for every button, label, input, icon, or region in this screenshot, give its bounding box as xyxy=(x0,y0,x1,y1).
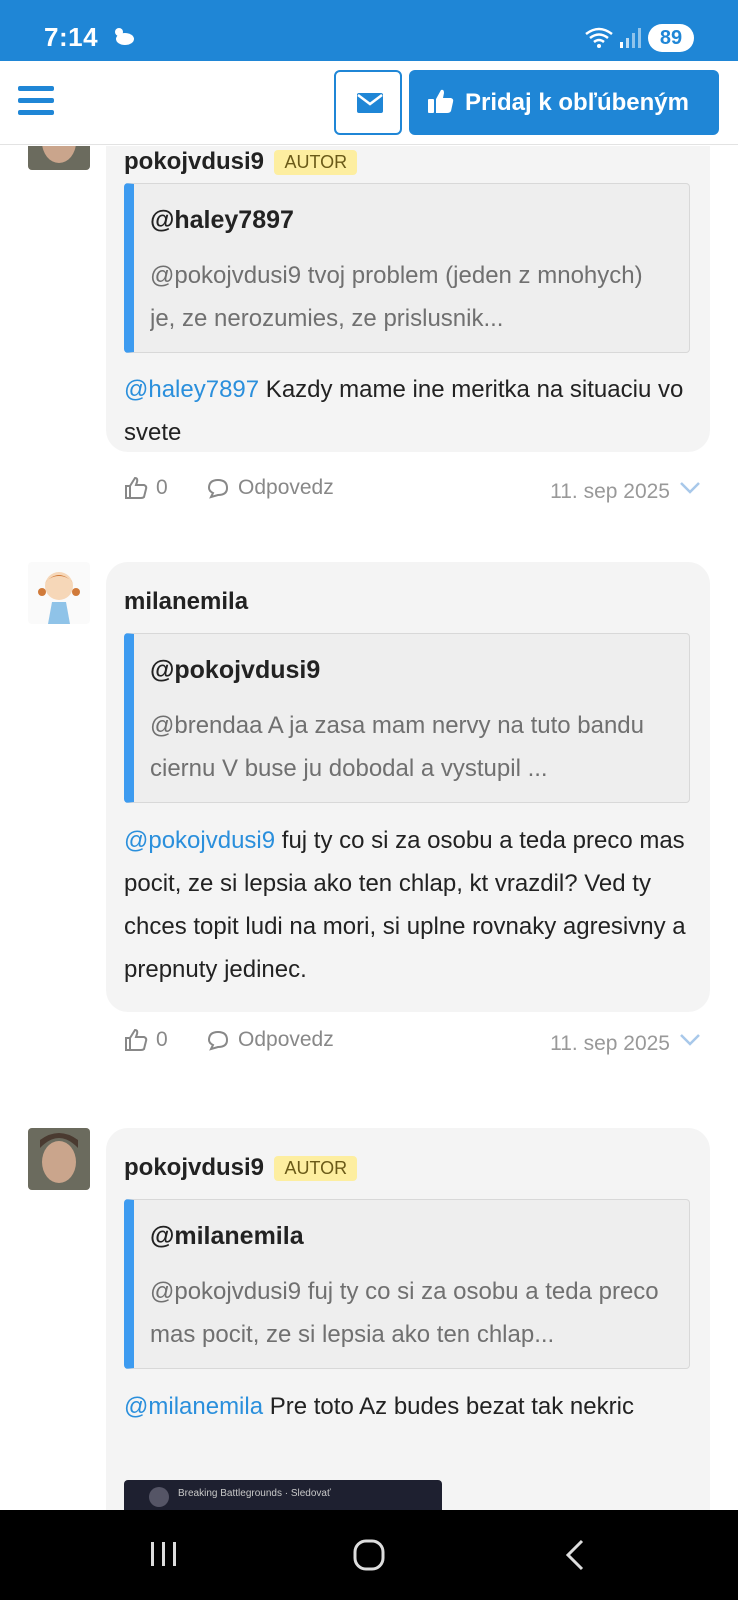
home-icon[interactable] xyxy=(352,1538,386,1572)
back-icon[interactable] xyxy=(562,1538,588,1572)
author-badge: AUTOR xyxy=(274,1155,358,1181)
mention-link[interactable]: @pokojvdusi9 xyxy=(124,827,275,854)
like-count: 0 xyxy=(156,476,168,500)
thumbs-up-outline-icon xyxy=(125,477,148,500)
reply-label: Odpovedz xyxy=(238,1028,334,1052)
author-row: pokojvdusi9 AUTOR xyxy=(124,1154,358,1184)
comment-date: 11. sep 2025 xyxy=(550,1032,670,1055)
thumbs-up-outline-icon xyxy=(125,1029,148,1052)
avatar[interactable] xyxy=(28,146,90,170)
embedded-video[interactable]: Breaking Battlegrounds · Sledovať xyxy=(124,1480,442,1510)
comment-text: @haley7897 Kazdy mame ine meritka na sit… xyxy=(124,368,690,454)
comment-actions: 0 Odpovedz 11. sep 2025 xyxy=(106,1026,710,1060)
quote-user: @milanemila xyxy=(150,1222,304,1250)
avatar[interactable] xyxy=(28,1128,90,1190)
speech-bubble-icon xyxy=(207,479,229,500)
reply-label: Odpovedz xyxy=(238,476,334,500)
add-to-favorites-label: Pridaj k obľúbeným xyxy=(465,89,689,116)
quote-text: @pokojvdusi9 fuj ty co si za osobu a ted… xyxy=(150,1278,659,1348)
author-name[interactable]: pokojvdusi9 xyxy=(124,1154,264,1181)
status-bar: 7:14 89 xyxy=(0,0,738,61)
comment-body: Pre toto Az budes bezat tak nekric xyxy=(263,1393,634,1420)
hamburger-menu-button[interactable] xyxy=(18,86,54,118)
comment-text: @milanemila Pre toto Az budes bezat tak … xyxy=(124,1385,690,1428)
reply-button[interactable]: Odpovedz xyxy=(206,476,334,500)
author-name[interactable]: milanemila xyxy=(124,588,248,615)
reply-button[interactable]: Odpovedz xyxy=(206,1028,334,1052)
like-count: 0 xyxy=(156,1028,168,1052)
comment-date: 11. sep 2025 xyxy=(550,480,670,503)
wifi-icon xyxy=(585,27,613,48)
comment-feed: pokojvdusi9 AUTOR @haley7897 @pokojvdusi… xyxy=(0,146,738,1510)
quoted-comment[interactable]: @pokojvdusi9 @brendaa A ja zasa mam nerv… xyxy=(124,633,690,803)
speech-bubble-icon xyxy=(207,1031,229,1052)
mention-link[interactable]: @haley7897 xyxy=(124,376,259,403)
thumbs-up-icon xyxy=(428,89,454,113)
signal-icon xyxy=(620,28,641,48)
author-row: pokojvdusi9 AUTOR xyxy=(124,148,358,178)
like-button[interactable]: 0 xyxy=(124,476,168,500)
like-button[interactable]: 0 xyxy=(124,1028,168,1052)
author-badge: AUTOR xyxy=(274,149,358,175)
channel-avatar-icon xyxy=(149,1487,169,1507)
quote-user: @pokojvdusi9 xyxy=(150,656,321,684)
chevron-down-icon[interactable] xyxy=(678,1028,702,1052)
quote-text: @brendaa A ja zasa mam nervy na tuto ban… xyxy=(150,712,645,782)
author-row: milanemila xyxy=(124,588,248,618)
chevron-down-icon[interactable] xyxy=(678,476,702,500)
message-button[interactable] xyxy=(334,70,402,135)
author-name[interactable]: pokojvdusi9 xyxy=(124,148,264,175)
status-time: 7:14 xyxy=(44,22,99,52)
comment-actions: 0 Odpovedz 11. sep 2025 xyxy=(106,474,710,508)
comment-bubble: milanemila @pokojvdusi9 @brendaa A ja za… xyxy=(106,562,710,1012)
quote-text: @pokojvdusi9 tvoj problem (jeden z mnohy… xyxy=(150,262,643,332)
avatar[interactable] xyxy=(28,562,90,624)
envelope-icon xyxy=(357,93,383,113)
app-header: Pridaj k obľúbeným xyxy=(0,61,738,145)
quoted-comment[interactable]: @milanemila @pokojvdusi9 fuj ty co si za… xyxy=(124,1199,690,1369)
add-to-favorites-button[interactable]: Pridaj k obľúbeným xyxy=(409,70,719,135)
recent-apps-icon[interactable] xyxy=(148,1538,180,1570)
embed-title: Breaking Battlegrounds · Sledovať xyxy=(178,1488,331,1499)
weather-icon xyxy=(115,28,134,45)
battery-indicator: 89 xyxy=(648,24,694,52)
system-nav-bar xyxy=(0,1510,738,1600)
comment-bubble: pokojvdusi9 AUTOR @haley7897 @pokojvdusi… xyxy=(106,146,710,452)
comment-bubble: pokojvdusi9 AUTOR @milanemila @pokojvdus… xyxy=(106,1128,710,1510)
quote-user: @haley7897 xyxy=(150,206,294,234)
comment-text: @pokojvdusi9 fuj ty co si za osobu a ted… xyxy=(124,819,690,991)
quoted-comment[interactable]: @haley7897 @pokojvdusi9 tvoj problem (je… xyxy=(124,183,690,353)
mention-link[interactable]: @milanemila xyxy=(124,1393,263,1420)
